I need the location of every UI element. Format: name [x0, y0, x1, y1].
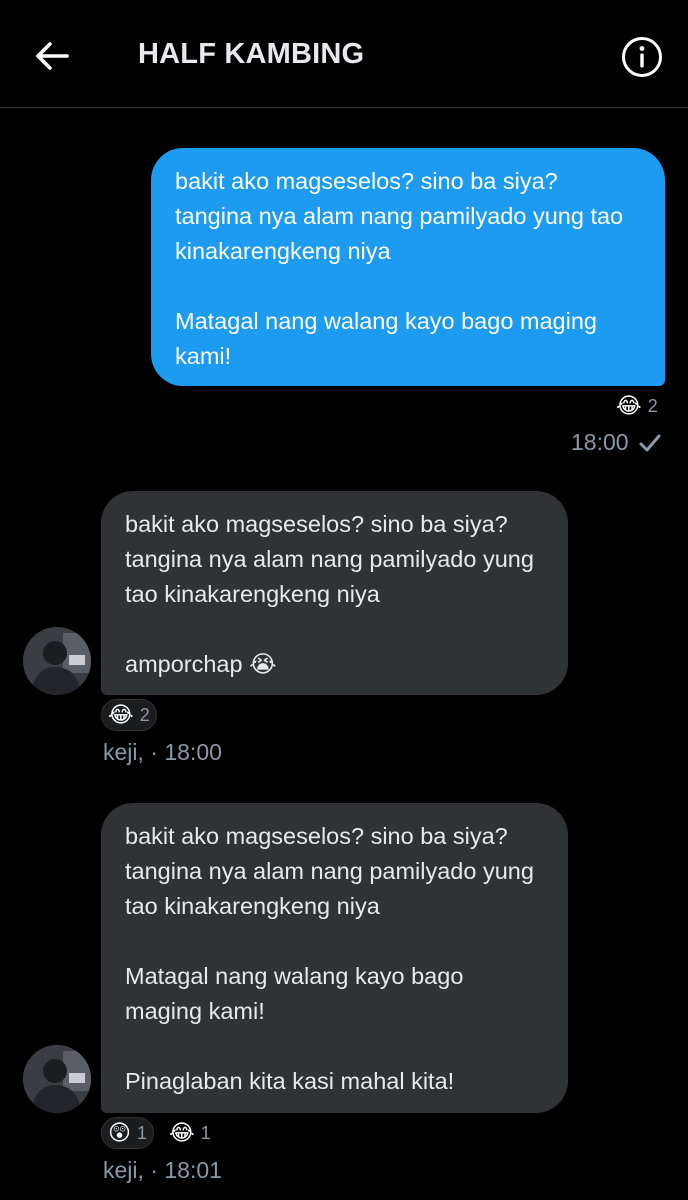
laughing-emoji-icon: 😂 — [616, 393, 642, 418]
laughing-emoji-icon: 😂 — [108, 702, 134, 727]
avatar[interactable] — [23, 1045, 91, 1113]
reaction-count: 2 — [647, 395, 658, 416]
incoming-message-bubble[interactable]: bakit ako magseselos? sino ba siya? tang… — [101, 491, 568, 695]
info-circle-icon — [622, 37, 662, 77]
incoming-message-bubble[interactable]: bakit ako magseselos? sino ba siya? tang… — [101, 803, 568, 1113]
message-reaction[interactable]: 😲 1 — [101, 1117, 154, 1149]
arrow-left-icon — [36, 42, 69, 70]
laughing-emoji-icon: 😂 — [169, 1120, 195, 1145]
reaction-count: 2 — [139, 704, 150, 725]
message-reaction[interactable]: 😂 2 — [610, 390, 664, 422]
check-icon — [639, 434, 661, 452]
message-reaction[interactable]: 😂 1 — [163, 1117, 217, 1149]
message-reaction[interactable]: 😂 2 — [101, 699, 157, 731]
reaction-count: 1 — [136, 1122, 147, 1143]
outgoing-message-bubble[interactable]: bakit ako magseselos? sino ba siya? tang… — [151, 148, 665, 386]
conversation-title: HALF KAMBING — [138, 38, 365, 70]
user-photo-icon — [23, 1045, 91, 1113]
back-button[interactable] — [30, 36, 74, 76]
user-photo-icon — [23, 627, 91, 695]
conversation-header: HALF KAMBING — [0, 0, 688, 108]
info-button[interactable] — [620, 35, 664, 79]
avatar[interactable] — [23, 627, 91, 695]
dm-conversation-screen: HALF KAMBING bakit ako magseselos? sino … — [0, 0, 688, 1200]
astonished-emoji-icon: 😲 — [108, 1120, 131, 1145]
message-timestamp: 18:00 — [571, 429, 629, 455]
message-meta: keji, · 18:00 — [103, 739, 222, 765]
reaction-count: 1 — [200, 1122, 211, 1143]
message-meta: keji, · 18:01 — [103, 1157, 222, 1183]
